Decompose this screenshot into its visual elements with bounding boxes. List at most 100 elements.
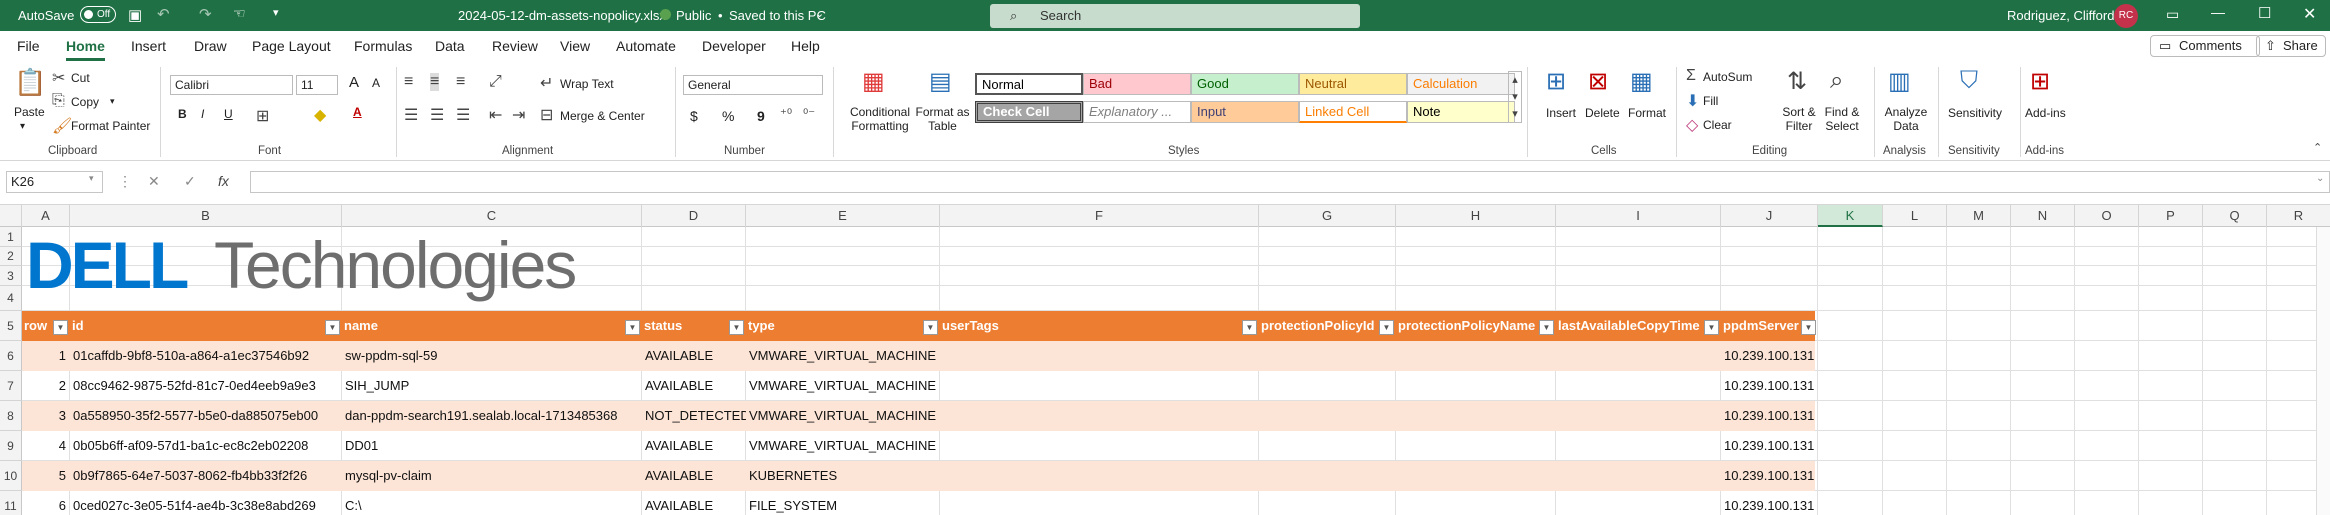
tab-developer[interactable]: Developer <box>702 38 766 54</box>
insert-cells-button[interactable]: Insert <box>1546 106 1576 120</box>
column-header-n[interactable]: N <box>2011 205 2075 227</box>
find-select-button[interactable]: Find & Select <box>1822 105 1862 133</box>
table-cell-name[interactable]: C:\ <box>342 491 642 515</box>
row-header-9[interactable]: 9 <box>0 431 22 461</box>
row-header-1[interactable]: 1 <box>0 227 22 247</box>
table-cell-protectionpolicyid[interactable] <box>1259 341 1396 371</box>
table-cell-protectionpolicyid[interactable] <box>1259 371 1396 401</box>
select-all-corner[interactable] <box>0 205 22 227</box>
worksheet-grid[interactable]: ABCDEFGHIJKLMNOPQR 1 2 3 4 5 6 7 8 9 10 11 DELL Te… <box>0 205 2330 515</box>
underline-button[interactable]: U <box>224 107 233 121</box>
table-cell-lastavailablecopytime[interactable] <box>1556 431 1721 461</box>
grow-font-button[interactable]: A <box>349 74 359 91</box>
tab-draw[interactable]: Draw <box>194 38 227 54</box>
tab-page-layout[interactable]: Page Layout <box>252 38 331 54</box>
align-left-icon[interactable]: ☰ <box>404 105 418 125</box>
wrap-text-icon[interactable]: ↵ <box>540 73 553 93</box>
cell-style-note[interactable]: Note <box>1407 101 1515 123</box>
align-top-icon[interactable]: ≡ <box>404 73 413 91</box>
table-cell-lastavailablecopytime[interactable] <box>1556 371 1721 401</box>
table-cell-status[interactable]: NOT_DETECTED <box>642 401 746 431</box>
tab-review[interactable]: Review <box>492 38 538 54</box>
cell-style-input[interactable]: Input <box>1191 101 1299 123</box>
column-header-r[interactable]: R <box>2267 205 2330 227</box>
table-cell-lastavailablecopytime[interactable] <box>1556 341 1721 371</box>
table-cell-protectionpolicyname[interactable] <box>1396 431 1556 461</box>
sensitivity-button[interactable]: Sensitivity <box>1948 106 2002 120</box>
tab-insert[interactable]: Insert <box>131 38 166 54</box>
table-cell-id[interactable]: 08cc9462-9875-52fd-81c7-0ed4eeb9a9e3 <box>70 371 342 401</box>
decrease-indent-icon[interactable]: ⇤ <box>489 105 502 125</box>
row-header-8[interactable]: 8 <box>0 401 22 431</box>
increase-indent-icon[interactable]: ⇥ <box>512 105 525 125</box>
customize-toolbar-icon[interactable]: ▾ <box>273 6 279 19</box>
touch-mode-icon[interactable]: ☜ <box>233 5 246 22</box>
ribbon-display-icon[interactable]: ▭ <box>2166 6 2179 23</box>
tab-help[interactable]: Help <box>791 38 820 54</box>
analyze-data-icon[interactable]: ▥ <box>1888 67 1911 96</box>
table-cell-ppdmserver[interactable]: 10.239.100.131 <box>1721 431 1818 461</box>
column-header-l[interactable]: L <box>1883 205 1947 227</box>
delete-cells-button[interactable]: Delete <box>1585 106 1620 120</box>
sensitivity-icon[interactable]: ⛉ <box>1960 67 1978 95</box>
table-cell-status[interactable]: AVAILABLE <box>642 491 746 515</box>
table-cell-row[interactable]: 3 <box>22 401 70 431</box>
column-header-j[interactable]: J <box>1721 205 1818 227</box>
table-cell-protectionpolicyname[interactable] <box>1396 491 1556 515</box>
search-box[interactable]: ⌕ Search <box>990 4 1360 28</box>
align-center-icon[interactable]: ☰ <box>430 105 444 125</box>
cell-style-neutral[interactable]: Neutral <box>1299 73 1407 95</box>
paste-icon[interactable]: 📋 <box>14 67 46 98</box>
table-cell-type[interactable]: FILE_SYSTEM <box>746 491 940 515</box>
sort-filter-icon[interactable]: ⇅ <box>1787 67 1807 96</box>
table-cell-id[interactable]: 0b05b6ff-af09-57d1-ba1c-ec8c2eb02208 <box>70 431 342 461</box>
table-cell-usertags[interactable] <box>940 371 1259 401</box>
table-cell-status[interactable]: AVAILABLE <box>642 461 746 491</box>
save-icon[interactable]: ▣ <box>128 6 142 24</box>
table-cell-row[interactable]: 5 <box>22 461 70 491</box>
align-bottom-icon[interactable]: ≡ <box>456 73 465 91</box>
cut-icon[interactable]: ✂ <box>52 68 65 88</box>
analyze-data-button[interactable]: Analyze Data <box>1882 105 1930 133</box>
undo-icon[interactable]: ↶ <box>157 5 170 23</box>
table-cell-type[interactable]: VMWARE_VIRTUAL_MACHINE <box>746 371 940 401</box>
table-cell-protectionpolicyname[interactable] <box>1396 401 1556 431</box>
font-color-icon[interactable]: A <box>353 105 362 119</box>
redo-icon[interactable]: ↷ <box>199 5 212 23</box>
filter-dropdown-icon[interactable]: ▼ <box>923 320 938 335</box>
comments-button[interactable]: ▭ Comments <box>2150 35 2260 57</box>
format-as-table-icon[interactable]: ▤ <box>929 67 952 96</box>
table-cell-status[interactable]: AVAILABLE <box>642 341 746 371</box>
autosum-icon[interactable]: Σ <box>1686 67 1696 85</box>
merge-icon[interactable]: ⊟ <box>540 105 553 125</box>
column-header-f[interactable]: F <box>940 205 1259 227</box>
format-painter-icon[interactable]: 🖌 <box>52 116 72 136</box>
borders-icon[interactable]: ⊞ <box>256 106 269 126</box>
wrap-text-button[interactable]: Wrap Text <box>560 77 614 91</box>
increase-decimal-icon[interactable]: ⁺⁰ <box>780 106 792 122</box>
table-cell-lastavailablecopytime[interactable] <box>1556 491 1721 515</box>
filter-dropdown-icon[interactable]: ▼ <box>1242 320 1257 335</box>
filter-dropdown-icon[interactable]: ▼ <box>1379 320 1394 335</box>
paste-dropdown-icon[interactable]: ▾ <box>20 121 25 132</box>
user-name[interactable]: Rodriguez, Clifford <box>2007 8 2114 23</box>
table-cell-ppdmserver[interactable]: 10.239.100.131 <box>1721 371 1818 401</box>
tab-formulas[interactable]: Formulas <box>354 38 412 54</box>
column-header-q[interactable]: Q <box>2203 205 2267 227</box>
row-header-2[interactable]: 2 <box>0 247 22 266</box>
filter-dropdown-icon[interactable]: ▼ <box>729 320 744 335</box>
row-header-6[interactable]: 6 <box>0 341 22 371</box>
column-header-g[interactable]: G <box>1259 205 1396 227</box>
table-cell-row[interactable]: 2 <box>22 371 70 401</box>
add-ins-icon[interactable]: ⊞ <box>2030 67 2050 96</box>
font-name-select[interactable]: Calibri <box>170 75 293 95</box>
table-cell-lastavailablecopytime[interactable] <box>1556 461 1721 491</box>
tab-automate[interactable]: Automate <box>616 38 676 54</box>
column-header-c[interactable]: C <box>342 205 642 227</box>
table-cell-protectionpolicyid[interactable] <box>1259 401 1396 431</box>
table-cell-id[interactable]: 01caffdb-9bf8-510a-a864-a1ec37546b92 <box>70 341 342 371</box>
enter-icon[interactable]: ✓ <box>184 173 196 190</box>
column-header-b[interactable]: B <box>70 205 342 227</box>
autosave-toggle[interactable]: Off <box>80 6 116 24</box>
table-cell-protectionpolicyname[interactable] <box>1396 341 1556 371</box>
